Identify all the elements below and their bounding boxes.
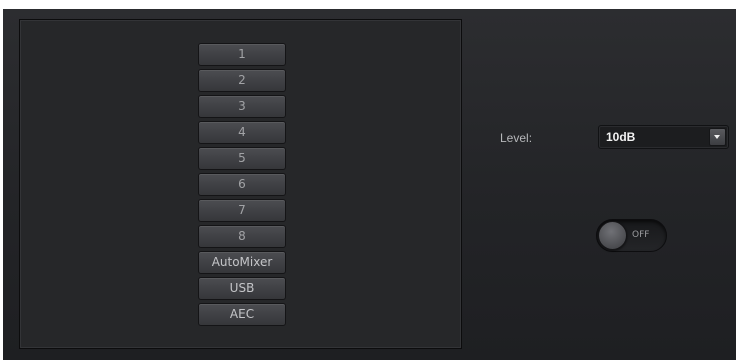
list-item: 1 [198, 43, 286, 66]
channel-button-7[interactable]: 7 [198, 199, 286, 222]
list-item: 3 [198, 95, 286, 118]
channel-button-1[interactable]: 1 [198, 43, 286, 66]
list-item: USB [198, 277, 286, 300]
level-value: 10dB [606, 130, 636, 144]
list-item: 8 [198, 225, 286, 248]
channel-panel: 1 2 3 4 5 6 7 8 AutoMixer USB AEC [19, 19, 462, 349]
dropdown-arrow-button[interactable] [709, 128, 726, 146]
usb-button[interactable]: USB [198, 277, 286, 300]
aec-button[interactable]: AEC [198, 303, 286, 326]
toggle-state-label: OFF [632, 230, 650, 240]
channel-button-3[interactable]: 3 [198, 95, 286, 118]
list-item: AEC [198, 303, 286, 326]
list-item: 6 [198, 173, 286, 196]
chevron-down-icon [714, 135, 720, 139]
channel-button-6[interactable]: 6 [198, 173, 286, 196]
settings-window: 1 2 3 4 5 6 7 8 AutoMixer USB AEC Level:… [3, 9, 736, 360]
list-item: AutoMixer [198, 251, 286, 274]
level-dropdown[interactable]: 10dB [598, 125, 729, 149]
channel-list: 1 2 3 4 5 6 7 8 AutoMixer USB AEC [198, 43, 286, 329]
toggle-knob[interactable] [598, 221, 627, 250]
off-toggle-switch[interactable]: OFF [596, 219, 667, 252]
list-item: 2 [198, 69, 286, 92]
list-item: 5 [198, 147, 286, 170]
automixer-button[interactable]: AutoMixer [198, 251, 286, 274]
list-item: 7 [198, 199, 286, 222]
level-label: Level: [500, 131, 533, 145]
channel-button-2[interactable]: 2 [198, 69, 286, 92]
channel-button-5[interactable]: 5 [198, 147, 286, 170]
channel-button-4[interactable]: 4 [198, 121, 286, 144]
channel-button-8[interactable]: 8 [198, 225, 286, 248]
list-item: 4 [198, 121, 286, 144]
